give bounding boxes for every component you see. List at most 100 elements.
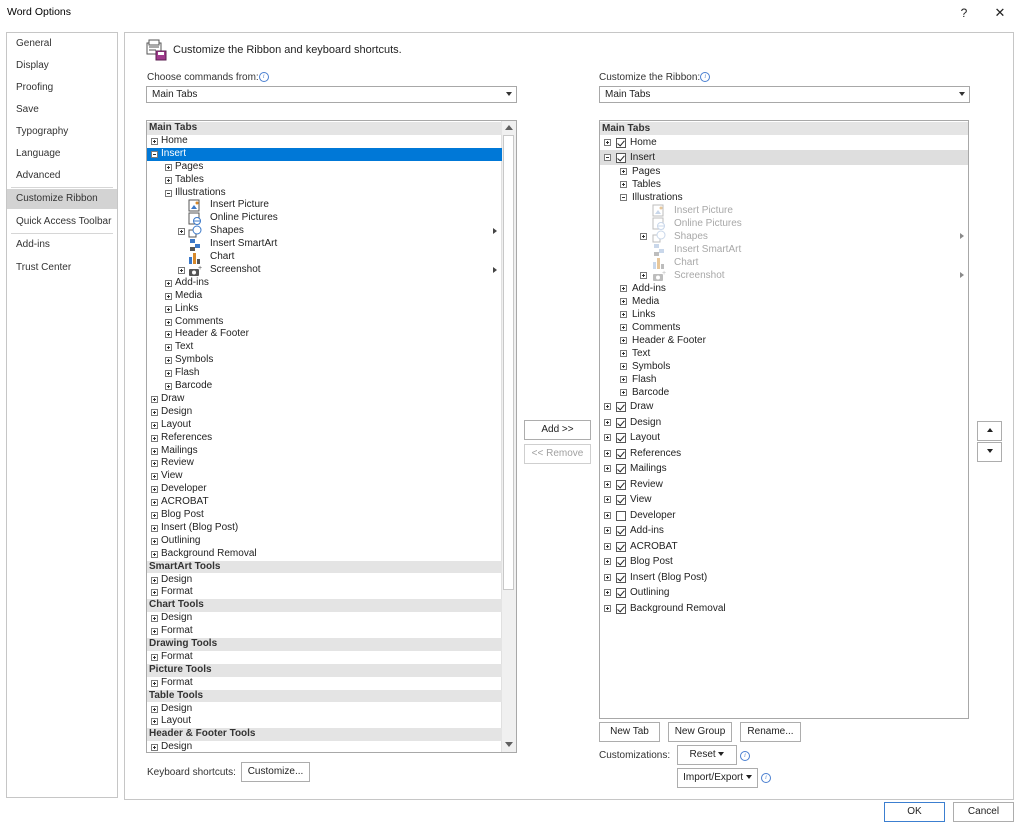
expand-icon[interactable] [620,298,627,305]
tree-item[interactable]: Comments [147,316,502,329]
tree-item[interactable]: Flash [600,373,968,386]
tree-item[interactable]: Insert SmartArt [147,238,502,252]
expand-icon[interactable] [151,434,158,442]
expand-icon[interactable] [604,573,611,581]
expand-icon[interactable] [620,285,627,292]
tree-item[interactable]: ACROBAT [147,496,502,509]
tab-checkbox[interactable] [616,510,626,521]
expand-icon[interactable] [620,181,627,188]
expand-icon[interactable] [165,176,172,184]
commands-list[interactable]: Main Tabs Home Insert Pages Tables Illustrati… [146,120,517,753]
tree-item[interactable]: + Screenshot [147,264,502,277]
expand-icon[interactable] [165,331,172,339]
tree-item[interactable]: Links [147,303,502,316]
expand-icon[interactable] [165,318,172,326]
tree-item[interactable]: ACROBAT [600,539,968,555]
tree-item[interactable]: Review [600,477,968,493]
tree-item[interactable]: Insert SmartArt [600,243,968,256]
expand-icon[interactable] [165,344,172,352]
expand-icon[interactable] [165,357,172,365]
expand-icon[interactable] [165,305,172,313]
category-save[interactable]: Save [7,100,117,120]
expand-icon[interactable] [604,465,611,472]
tree-item[interactable]: Barcode [147,380,502,393]
expand-icon[interactable] [151,460,158,468]
tree-item[interactable]: Insert [147,147,502,161]
expand-icon[interactable] [620,311,627,318]
tree-item[interactable]: Illustrations [600,191,968,204]
import-export-button[interactable]: Import/Export [677,768,758,788]
expand-icon[interactable] [640,233,647,240]
expand-icon[interactable] [151,395,158,403]
tree-item[interactable]: Comments [600,321,968,334]
category-trust-center[interactable]: Trust Center [7,258,117,278]
tab-checkbox[interactable] [616,526,626,536]
expand-icon[interactable] [604,434,611,441]
customize-shortcuts-button[interactable]: Customize... [241,762,310,782]
expand-icon[interactable] [604,542,611,550]
help-button[interactable]: ? [952,2,976,24]
tree-item[interactable]: Shapes [147,225,502,238]
tab-checkbox[interactable] [616,464,626,474]
tree-item[interactable]: Illustrations [147,187,502,200]
new-tab-button[interactable]: New Tab [599,722,660,742]
ok-button[interactable]: OK [884,802,945,822]
tree-item[interactable]: Chart [600,256,968,269]
remove-button[interactable]: << Remove [524,444,591,464]
expand-icon[interactable] [151,421,158,429]
expand-icon[interactable] [604,527,611,534]
tree-item[interactable]: Flash [147,367,502,380]
tree-item[interactable]: Header & Footer [147,328,502,341]
tree-item[interactable]: Add-ins [147,277,502,290]
tree-item[interactable]: Design [147,612,502,625]
expand-icon[interactable] [178,266,185,274]
ribbon-tabs-tree[interactable]: Main Tabs Home Insert Pages Tables Illustrati… [599,120,969,719]
tree-item[interactable]: Format [147,586,502,599]
expand-icon[interactable] [604,403,611,410]
category-general[interactable]: General [7,34,117,54]
tab-checkbox[interactable] [616,138,626,148]
expand-icon[interactable] [151,653,158,661]
expand-icon[interactable] [151,486,158,494]
expand-icon[interactable] [165,370,172,378]
tree-item[interactable]: Media [147,290,502,303]
expand-icon[interactable] [151,589,158,597]
expand-icon[interactable] [620,389,627,396]
move-down-button[interactable] [977,442,1002,462]
category-advanced[interactable]: Advanced [7,166,117,186]
collapse-icon[interactable] [620,194,627,201]
expand-icon[interactable] [151,628,158,636]
tree-item[interactable]: Chart [147,251,502,264]
tree-item[interactable]: Home [600,135,968,150]
tree-item[interactable]: Draw [600,399,968,415]
tree-item[interactable]: Format [147,625,502,638]
reset-button[interactable]: Reset [677,745,737,765]
new-group-button[interactable]: New Group [668,722,732,742]
tree-item[interactable]: Draw [147,393,502,406]
expand-icon[interactable] [151,137,158,145]
expand-icon[interactable] [604,496,611,503]
category-add-ins[interactable]: Add-ins [7,235,117,255]
tree-item[interactable]: References [600,446,968,462]
category-customize-ribbon[interactable]: Customize Ribbon [7,189,117,209]
expand-icon[interactable] [178,228,185,236]
tree-item[interactable]: Insert Picture [147,199,502,212]
cancel-button[interactable]: Cancel [953,802,1014,822]
tree-item[interactable]: Insert Picture [600,204,968,217]
tree-item[interactable]: Blog Post [600,554,968,570]
tree-item[interactable]: Design [147,574,502,587]
tree-item[interactable]: Media [600,295,968,308]
tree-item[interactable]: Links [600,308,968,321]
expand-icon[interactable] [165,383,172,390]
expand-icon[interactable] [151,615,158,623]
tree-item[interactable]: Text [147,341,502,354]
tree-item[interactable]: Symbols [600,360,968,373]
tree-item[interactable]: Online Pictures [147,212,502,226]
expand-icon[interactable] [151,524,158,532]
tab-checkbox[interactable] [616,402,626,412]
category-display[interactable]: Display [7,56,117,76]
tree-item[interactable]: Layout [600,430,968,446]
scroll-down-icon[interactable] [505,742,513,747]
expand-icon[interactable] [165,292,172,300]
tree-item[interactable]: Background Removal [600,601,968,617]
